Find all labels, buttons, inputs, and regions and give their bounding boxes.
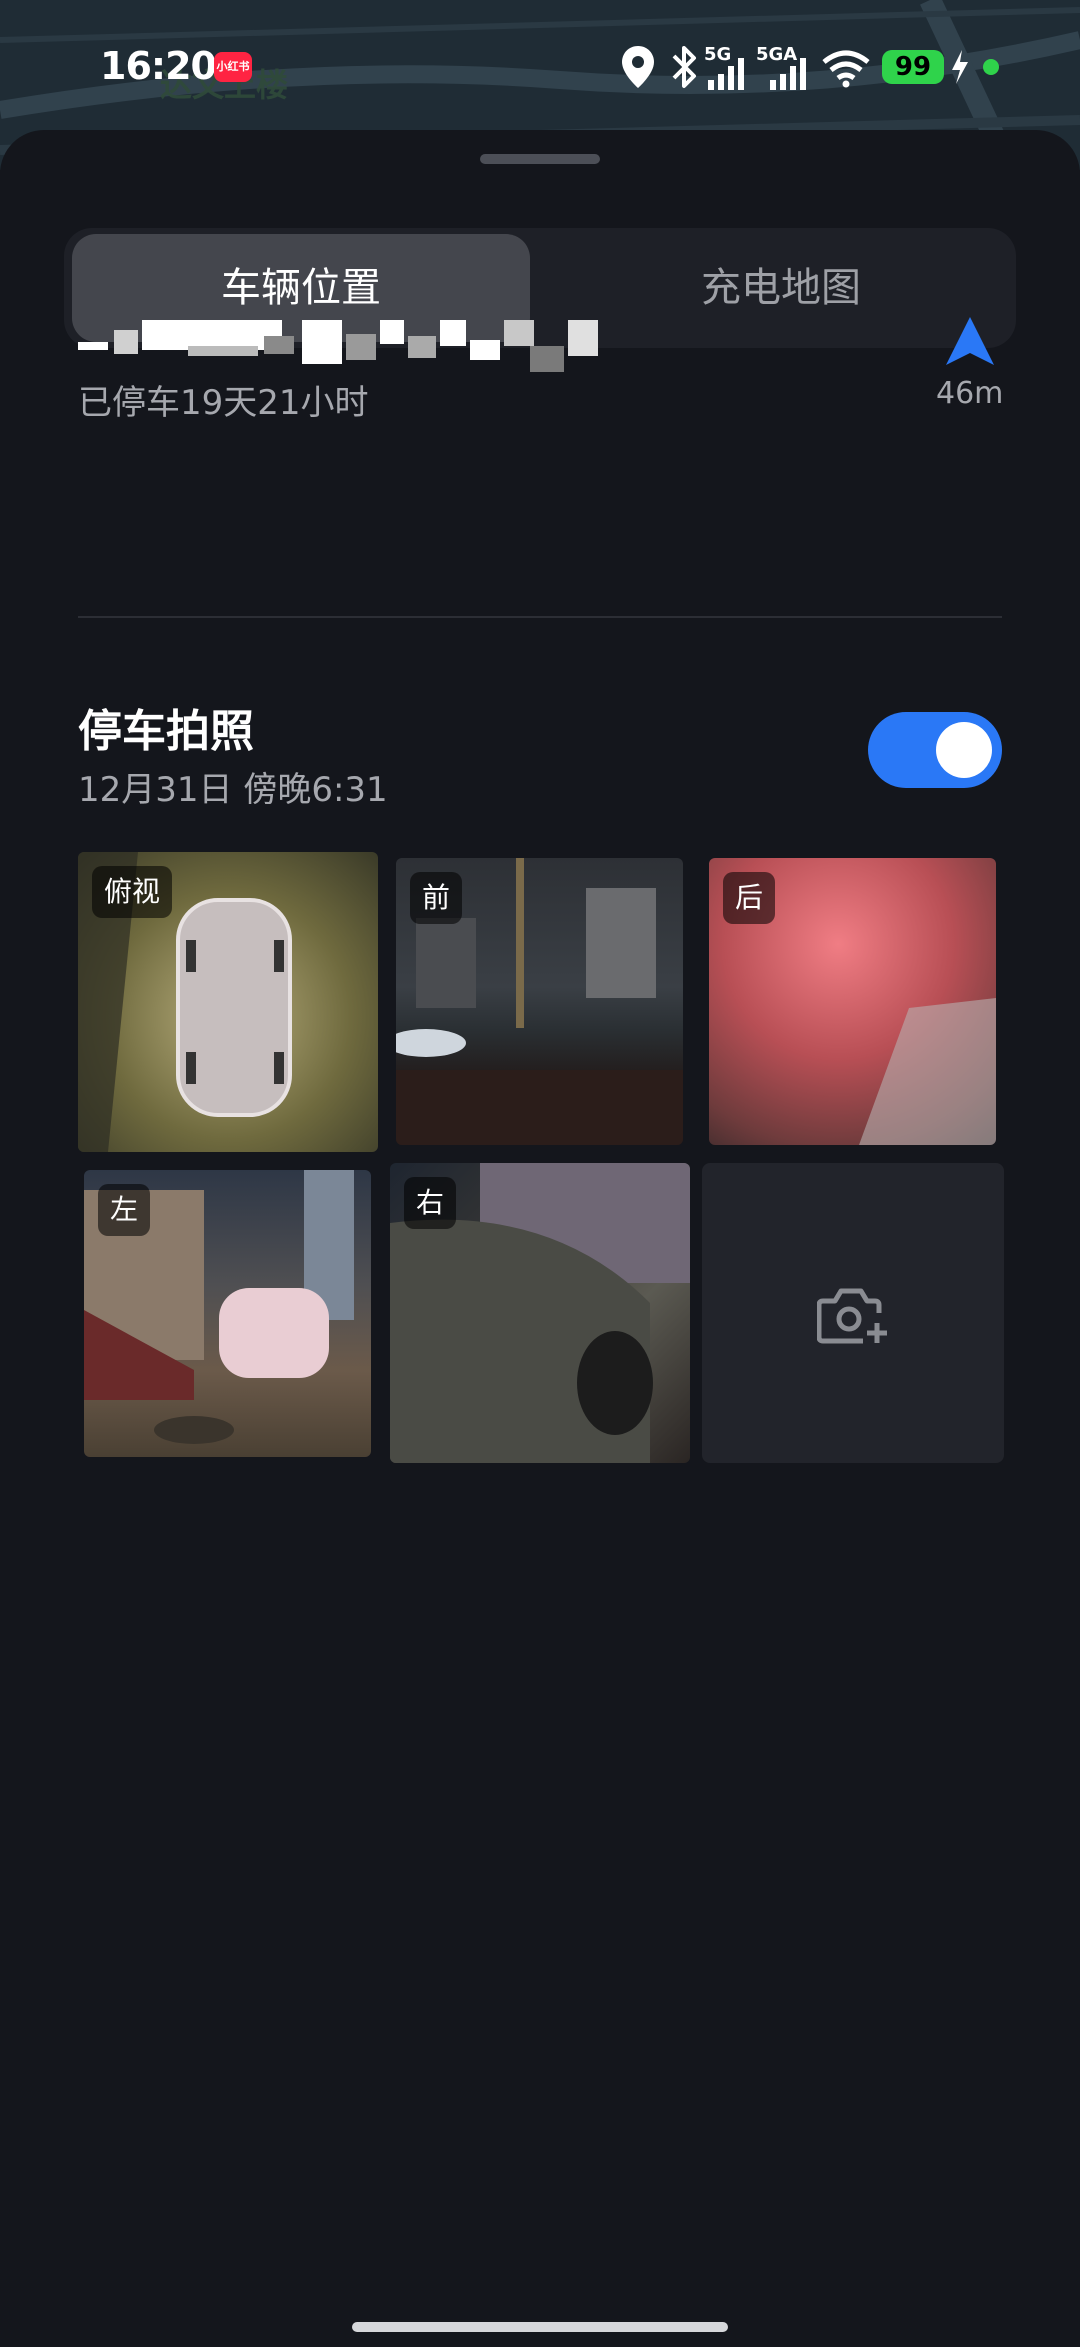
photo-label-left: 左 bbox=[98, 1184, 151, 1236]
signal-icon-1 bbox=[708, 58, 744, 90]
xiaohongshu-app-icon: 小红书 bbox=[214, 52, 252, 82]
status-bar: 16:20 小红书 5G 5GA 99 bbox=[0, 0, 1080, 130]
photo-overhead[interactable]: 俯视 bbox=[78, 852, 378, 1152]
location-icon bbox=[622, 46, 654, 88]
bluetooth-icon bbox=[672, 46, 696, 88]
section-divider bbox=[78, 616, 1002, 618]
navigation-arrow-icon[interactable] bbox=[940, 313, 1000, 373]
parking-photo-timestamp: 12月31日 傍晚6:31 bbox=[78, 770, 388, 810]
photo-label-rear: 后 bbox=[723, 872, 776, 924]
photo-label-overhead: 俯视 bbox=[92, 866, 173, 918]
distance-label: 46m bbox=[936, 376, 1004, 411]
photo-left[interactable]: 左 bbox=[84, 1170, 371, 1457]
status-icons: 5G 5GA 99 bbox=[620, 44, 1080, 92]
add-photo-button[interactable] bbox=[702, 1163, 1004, 1463]
photo-front[interactable]: 前 bbox=[396, 858, 683, 1145]
photo-right[interactable]: 右 bbox=[390, 1163, 690, 1463]
signal-icon-2 bbox=[770, 58, 806, 90]
parking-photo-title: 停车拍照 bbox=[78, 706, 254, 757]
green-dot-indicator bbox=[983, 59, 999, 75]
charging-icon bbox=[952, 50, 968, 84]
wifi-icon bbox=[822, 50, 870, 88]
status-time: 16:20 bbox=[100, 44, 217, 88]
photo-label-right: 右 bbox=[404, 1177, 457, 1229]
parked-duration: 已停车19天21小时 bbox=[78, 383, 369, 423]
drag-handle[interactable] bbox=[480, 154, 600, 164]
parking-photo-toggle[interactable] bbox=[868, 712, 1002, 788]
home-indicator[interactable] bbox=[352, 2322, 728, 2332]
battery-indicator: 99 bbox=[882, 50, 944, 84]
toggle-knob bbox=[936, 722, 992, 778]
camera-add-icon bbox=[817, 1288, 887, 1344]
redacted-address bbox=[78, 316, 598, 372]
photo-label-front: 前 bbox=[410, 872, 463, 924]
photo-rear[interactable]: 后 bbox=[709, 858, 996, 1145]
